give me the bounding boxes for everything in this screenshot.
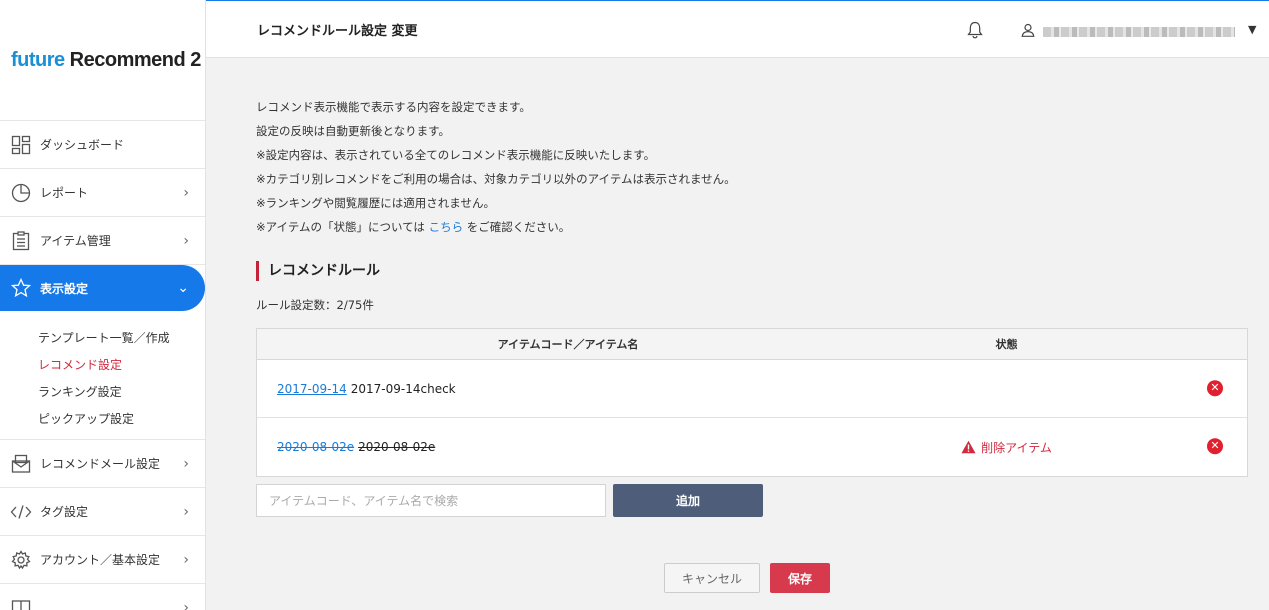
item-code-link[interactable]: 2017-09-14 (277, 382, 347, 396)
column-header-item: アイテムコード／アイテム名 (497, 338, 639, 351)
chevron-right-icon: › (183, 232, 189, 249)
star-icon (10, 277, 32, 299)
rule-count: ルール設定数：2/75件 (256, 298, 374, 312)
user-menu[interactable]: ▼ (1021, 23, 1256, 40)
pie-chart-icon (10, 182, 32, 204)
sidebar: future Recommend 2 ダッシュボード レポート › アイテム管理… (0, 0, 206, 610)
sidebar-item-label: レコメンドメール設定 (40, 457, 161, 471)
user-name-blurred (1043, 26, 1235, 37)
chevron-right-icon: › (183, 551, 189, 568)
item-search-input[interactable] (256, 484, 606, 517)
subnav-item-templates[interactable]: テンプレート一覧／作成 (38, 325, 205, 352)
sidebar-item-label: アカウント／基本設定 (40, 553, 161, 567)
description: レコメンド表示機能で表示する内容を設定できます。 設定の反映は自動更新後となりま… (256, 95, 1248, 239)
subnav-item-ranking[interactable]: ランキング設定 (38, 379, 205, 406)
user-icon (1021, 23, 1035, 40)
code-icon (10, 501, 32, 523)
add-item-row: 追加 (256, 484, 1248, 517)
chevron-down-icon: ⌄ (177, 280, 189, 296)
chevron-right-icon: › (183, 599, 189, 610)
description-line: 設定の反映は自動更新後となります。 (256, 124, 451, 138)
subnav-item-pickup[interactable]: ピックアップ設定 (38, 406, 205, 433)
chevron-right-icon: › (183, 184, 189, 201)
sidebar-item-label: アイテム管理 (40, 234, 111, 248)
sidebar-item-label: 表示設定 (40, 281, 89, 296)
description-text: をご確認ください。 (466, 220, 571, 234)
logo-future: future (11, 48, 65, 71)
sidebar-item-tags[interactable]: タグ設定 › (0, 488, 205, 536)
sidebar-item-report[interactable]: レポート › (0, 169, 205, 217)
description-line: ※カテゴリ別レコメンドをご利用の場合は、対象カテゴリ以外のアイテムは表示されませ… (256, 172, 736, 186)
chevron-right-icon: › (183, 503, 189, 520)
caret-down-icon[interactable]: ▼ (1248, 23, 1256, 36)
table-header: アイテムコード／アイテム名 状態 (257, 329, 1247, 360)
item-cell: 2017-09-14 2017-09-14check (257, 382, 879, 396)
remove-row-icon[interactable]: ✕ (1207, 379, 1223, 396)
sidebar-item-items[interactable]: アイテム管理 › (0, 217, 205, 265)
sidebar-item-label: タグ設定 (40, 505, 89, 519)
clipboard-icon (10, 230, 32, 252)
status-deleted-label: 削除アイテム (981, 440, 1052, 455)
status-help-link[interactable]: こちら (429, 220, 464, 234)
cancel-button[interactable]: キャンセル (664, 563, 760, 593)
sidebar-item-account[interactable]: アカウント／基本設定 › (0, 536, 205, 584)
remove-row-icon[interactable]: ✕ (1207, 438, 1223, 455)
dashboard-icon (10, 134, 32, 156)
logo[interactable]: future Recommend 2 (0, 0, 205, 121)
top-header: レコメンドルール設定 変更 ▼ (206, 0, 1269, 58)
item-code-link[interactable]: 2020-08-02e (277, 440, 354, 454)
item-name: 2020-08-02e (358, 440, 436, 454)
warning-icon (961, 440, 976, 454)
subnav-item-recommend[interactable]: レコメンド設定 (38, 352, 205, 379)
sidebar-item-recommend-mail[interactable]: レコメンドメール設定 › (0, 440, 205, 488)
add-button[interactable]: 追加 (613, 484, 763, 517)
book-icon (10, 597, 32, 610)
sidebar-item-display-settings[interactable]: 表示設定 ⌄ (0, 265, 205, 311)
description-text: ※アイテムの「状態」については (256, 220, 425, 234)
description-line: ※ランキングや閲覧履歴には適用されません。 (256, 196, 495, 210)
sidebar-item-dashboard[interactable]: ダッシュボード (0, 121, 205, 169)
mail-icon (10, 453, 32, 475)
chevron-right-icon: › (183, 455, 189, 472)
page-title: レコメンドルール設定 変更 (257, 24, 418, 39)
sidebar-item-more[interactable]: › (0, 584, 205, 610)
table-row: 2017-09-14 2017-09-14check ✕ (257, 360, 1247, 418)
sidebar-item-label: ダッシュボード (40, 138, 125, 152)
logo-recommend: Recommend 2 (69, 48, 202, 71)
description-line: レコメンド表示機能で表示する内容を設定できます。 (256, 100, 531, 114)
gear-icon (10, 549, 32, 571)
item-name: 2017-09-14check (350, 381, 456, 396)
main-content: レコメンド表示機能で表示する内容を設定できます。 設定の反映は自動更新後となりま… (256, 95, 1248, 517)
status-cell: 削除アイテム (879, 439, 1134, 456)
footer-actions: キャンセル 保存 (664, 563, 830, 593)
description-line: ※アイテムの「状態」については こちら をご確認ください。 (256, 215, 1248, 239)
save-button[interactable]: 保存 (770, 563, 830, 593)
rules-table: アイテムコード／アイテム名 状態 2017-09-14 2017-09-14che… (256, 328, 1248, 477)
sidebar-subnav: テンプレート一覧／作成 レコメンド設定 ランキング設定 ピックアップ設定 (0, 311, 205, 440)
table-row: 2020-08-02e 2020-08-02e 削除アイテム ✕ (257, 418, 1247, 476)
item-cell: 2020-08-02e 2020-08-02e (257, 440, 879, 454)
column-header-status: 状態 (995, 338, 1018, 351)
description-line: ※設定内容は、表示されている全てのレコメンド表示機能に反映いたします。 (256, 148, 656, 162)
sidebar-item-label: レポート (40, 186, 89, 200)
bell-icon[interactable] (967, 21, 983, 42)
section-title: レコメンドルール (256, 261, 1248, 281)
